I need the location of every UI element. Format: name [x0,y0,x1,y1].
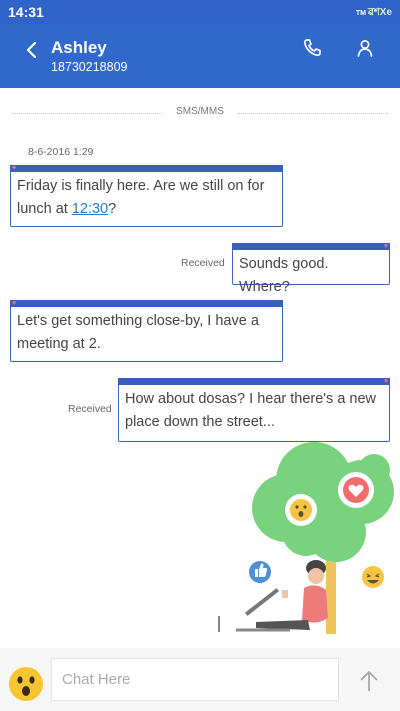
message-bubble-outgoing[interactable]: ♥ Sounds good. Where? [232,243,390,295]
heart-icon: ♥ [12,300,17,307]
contact-details-button[interactable] [353,36,377,60]
reading-under-tree-illustration [218,442,394,634]
message-text-part: Friday is finally here. Are we still on … [17,178,265,217]
contact-name: Ashley [51,38,107,57]
surprised-emoji-icon [9,667,43,701]
bubble-header-bar [232,243,390,250]
message-date: 8-6-2016 1:29 [28,146,94,158]
heart-icon: ♥ [383,243,388,250]
contact-phone-number: 18730218809 [51,60,128,74]
heart-icon: ♥ [383,378,388,385]
status-bar: 14:31 TM ৱশXe [0,0,400,24]
call-button[interactable] [300,36,324,60]
channel-label: SMS/MMS [176,106,224,117]
bubble-header-bar [10,300,283,307]
message-bubble-incoming[interactable]: ♥ Friday is finally here. Are we still o… [10,165,283,227]
brand-name: ৱশXe [368,7,392,18]
message-bubble-incoming[interactable]: ♥ Let's get something close-by, I have a… [10,300,283,362]
phone-icon [303,39,321,57]
send-arrow-icon [360,671,378,691]
delivery-status: Received [181,257,225,269]
send-button[interactable] [356,668,382,694]
bubble-header-bar [118,378,390,385]
time-link[interactable]: 12:30 [72,201,108,217]
back-arrow-icon [26,41,37,59]
message-composer [0,648,400,711]
divider-line-right [238,113,388,114]
emoji-picker-button[interactable] [8,666,44,702]
message-text-part: ? [108,201,117,217]
back-button[interactable] [18,36,46,64]
message-bubble-outgoing[interactable]: ♥ How about dosas? I hear there's a new … [118,378,390,442]
brand-tm: TM [355,10,366,17]
message-text: Sounds good. Where? [239,256,329,295]
message-text: How about dosas? I hear there's a new pl… [125,391,377,430]
message-text: Friday is finally here. Are we still on … [17,175,276,221]
bubble-header-bar [10,165,283,172]
message-text: Let's get something close-by, I have a m… [17,313,259,352]
channel-divider: SMS/MMS [12,106,388,122]
person-icon [357,40,373,57]
brand-logo: TM ৱশXe [356,5,392,22]
chat-input[interactable] [51,658,339,701]
status-time: 14:31 [8,4,44,20]
heart-icon: ♥ [12,165,17,172]
conversation-header: Ashley 18730218809 [0,24,400,88]
delivery-status: Received [68,403,112,415]
